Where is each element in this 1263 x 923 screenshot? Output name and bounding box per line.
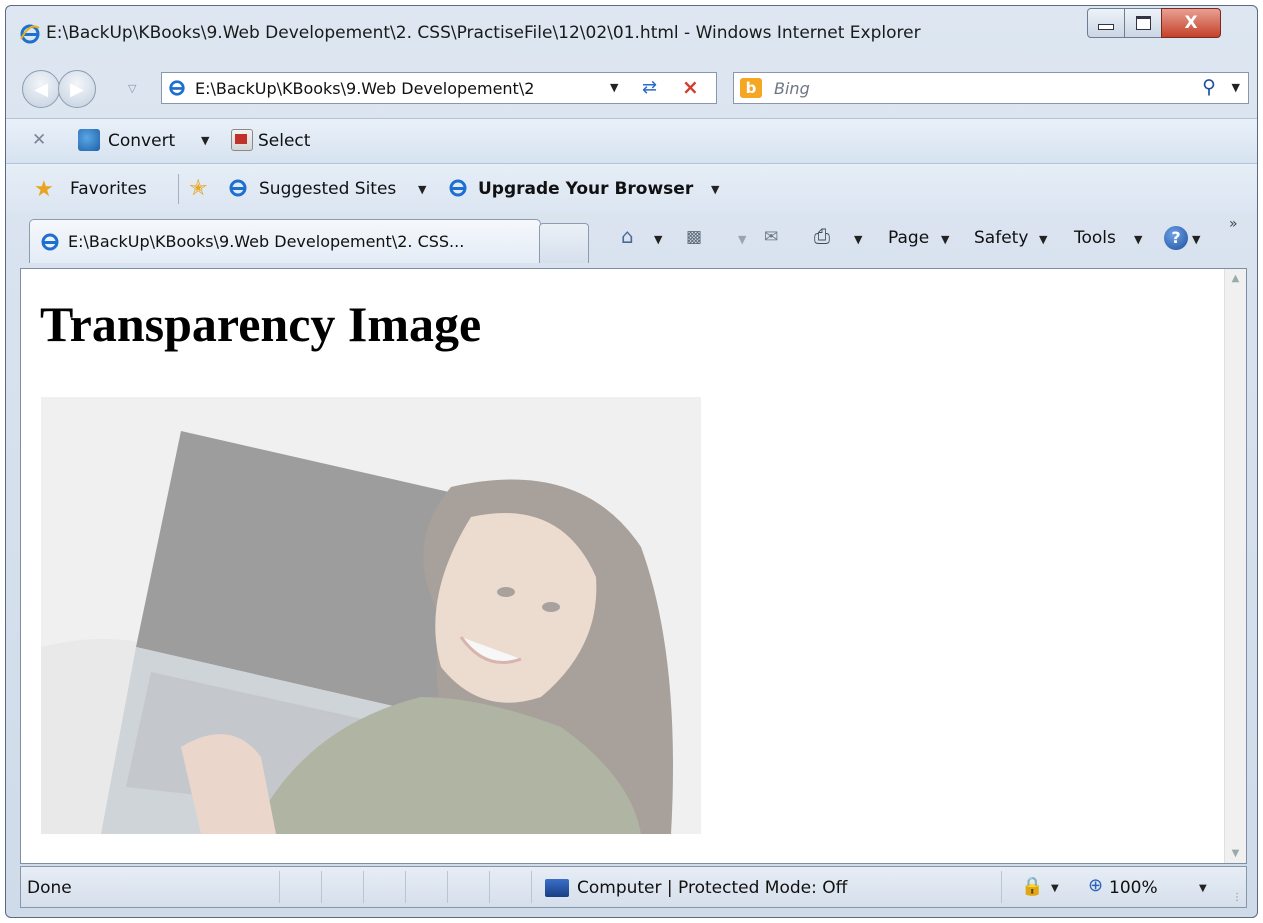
status-divider	[489, 871, 490, 903]
minimize-icon	[1098, 24, 1114, 30]
address-bar[interactable]: E:\BackUp\KBooks\9.Web Developement\2 ▼ …	[161, 72, 717, 104]
help-icon[interactable]: ?	[1164, 226, 1188, 250]
status-divider	[1001, 871, 1002, 903]
search-dropdown-icon[interactable]: ▼	[1232, 81, 1240, 94]
page-dropdown-icon[interactable]: ▼	[941, 233, 949, 246]
tools-menu[interactable]: Tools	[1074, 228, 1116, 248]
transparent-photo	[41, 397, 701, 834]
safety-menu[interactable]: Safety	[974, 228, 1028, 248]
title-bar: E:\BackUp\KBooks\9.Web Developement\2. C…	[6, 6, 1257, 56]
page-heading: Transparency Image	[40, 296, 482, 352]
status-text: Done	[27, 878, 72, 898]
refresh-icon[interactable]: ⇄	[642, 77, 657, 98]
print-dropdown-icon[interactable]: ▼	[854, 233, 862, 246]
stop-icon[interactable]: ×	[682, 75, 699, 99]
forward-button[interactable]: ▶	[58, 70, 96, 108]
help-dropdown-icon[interactable]: ▼	[1192, 233, 1200, 246]
close-toolbar-icon[interactable]: ✕	[32, 130, 46, 150]
vertical-scrollbar[interactable]: ▲ ▼	[1224, 269, 1246, 863]
select-button[interactable]: Select	[258, 131, 310, 151]
home-dropdown-icon[interactable]: ▼	[654, 233, 662, 246]
search-box[interactable]: b Bing ⚲ ▼	[733, 72, 1249, 104]
security-lock-icon[interactable]: 🔒	[1021, 876, 1043, 897]
navigation-bar: ◀ ▶ ▽ E:\BackUp\KBooks\9.Web Developemen…	[6, 64, 1257, 116]
resize-grip-icon[interactable]: ⋮	[1232, 892, 1242, 903]
back-button[interactable]: ◀	[22, 70, 60, 108]
maximize-button[interactable]	[1124, 8, 1162, 38]
photo-illustration	[41, 397, 701, 834]
bing-logo-icon: b	[740, 78, 762, 98]
back-arrow-icon: ◀	[34, 78, 48, 100]
tab-current-page[interactable]: E:\BackUp\KBooks\9.Web Developement\2. C…	[29, 219, 541, 263]
close-button[interactable]: X	[1161, 8, 1221, 38]
ie-icon	[229, 179, 247, 197]
scroll-down-arrow-icon[interactable]: ▼	[1225, 848, 1246, 859]
suggested-sites-dropdown-icon[interactable]: ▼	[418, 183, 426, 196]
convert-dropdown-icon[interactable]: ▼	[201, 134, 209, 147]
address-dropdown-icon[interactable]: ▼	[610, 81, 618, 94]
favorites-bar: ★ Favorites ✭ Suggested Sites ▼ Upgrade …	[6, 164, 1257, 214]
safety-dropdown-icon[interactable]: ▼	[1039, 233, 1047, 246]
mail-icon[interactable]: ✉	[764, 227, 778, 247]
zoom-level[interactable]: 100%	[1109, 878, 1158, 898]
browser-window: E:\BackUp\KBooks\9.Web Developement\2. C…	[5, 5, 1258, 918]
favorites-star-icon[interactable]: ★	[34, 177, 54, 202]
feeds-icon[interactable]: ▩	[686, 227, 702, 247]
url-text[interactable]: E:\BackUp\KBooks\9.Web Developement\2	[195, 79, 534, 98]
minimize-button[interactable]	[1087, 8, 1125, 38]
select-icon[interactable]	[231, 129, 253, 151]
zoom-icon[interactable]: ⊕	[1088, 875, 1103, 896]
page-viewport: Transparency Image ▲ ▼	[20, 268, 1247, 864]
ie-icon	[20, 24, 40, 44]
forward-arrow-icon: ▶	[70, 78, 84, 100]
tab-row: E:\BackUp\KBooks\9.Web Developement\2. C…	[6, 214, 1257, 270]
status-divider	[531, 871, 532, 903]
convert-button[interactable]: Convert	[108, 131, 175, 151]
add-favorite-icon[interactable]: ✭	[189, 176, 207, 201]
feeds-dropdown-icon[interactable]: ▼	[738, 233, 746, 246]
window-title: E:\BackUp\KBooks\9.Web Developement\2. C…	[46, 23, 921, 43]
status-divider	[363, 871, 364, 903]
ie-icon	[449, 179, 467, 197]
tools-dropdown-icon[interactable]: ▼	[1134, 233, 1142, 246]
suggested-sites-link[interactable]: Suggested Sites	[259, 179, 396, 199]
upgrade-browser-link[interactable]: Upgrade Your Browser	[478, 179, 693, 199]
status-divider	[447, 871, 448, 903]
computer-zone-icon	[545, 879, 569, 897]
convert-toolbar: ✕ Convert ▼ Select	[6, 118, 1257, 164]
zoom-dropdown-icon[interactable]: ▼	[1199, 883, 1207, 894]
search-input[interactable]: Bing	[774, 79, 810, 98]
scroll-up-arrow-icon[interactable]: ▲	[1225, 273, 1246, 284]
status-bar: Done Computer | Protected Mode: Off 🔒 ▼ …	[20, 866, 1247, 908]
magnifier-icon[interactable]: ⚲	[1202, 76, 1216, 98]
security-zone-text[interactable]: Computer | Protected Mode: Off	[577, 878, 847, 898]
status-divider	[321, 871, 322, 903]
new-tab-button[interactable]	[539, 223, 589, 263]
more-commands-chevron-icon[interactable]: »	[1229, 216, 1238, 232]
convert-icon[interactable]	[78, 129, 100, 151]
security-dropdown-icon[interactable]: ▼	[1051, 883, 1059, 894]
favorites-separator	[178, 174, 179, 204]
status-divider	[279, 871, 280, 903]
home-icon[interactable]: ⌂	[621, 224, 634, 248]
status-divider	[405, 871, 406, 903]
close-icon: X	[1184, 13, 1198, 33]
ie-icon	[41, 233, 59, 251]
maximize-icon	[1135, 16, 1151, 30]
recent-pages-dropdown-icon[interactable]: ▽	[128, 82, 136, 95]
ie-icon	[169, 80, 185, 96]
upgrade-dropdown-icon[interactable]: ▼	[711, 183, 719, 196]
print-icon[interactable]: ⎙	[814, 224, 830, 248]
favorites-button[interactable]: Favorites	[70, 179, 147, 199]
tab-title: E:\BackUp\KBooks\9.Web Developement\2. C…	[68, 232, 465, 251]
page-menu[interactable]: Page	[888, 228, 929, 248]
